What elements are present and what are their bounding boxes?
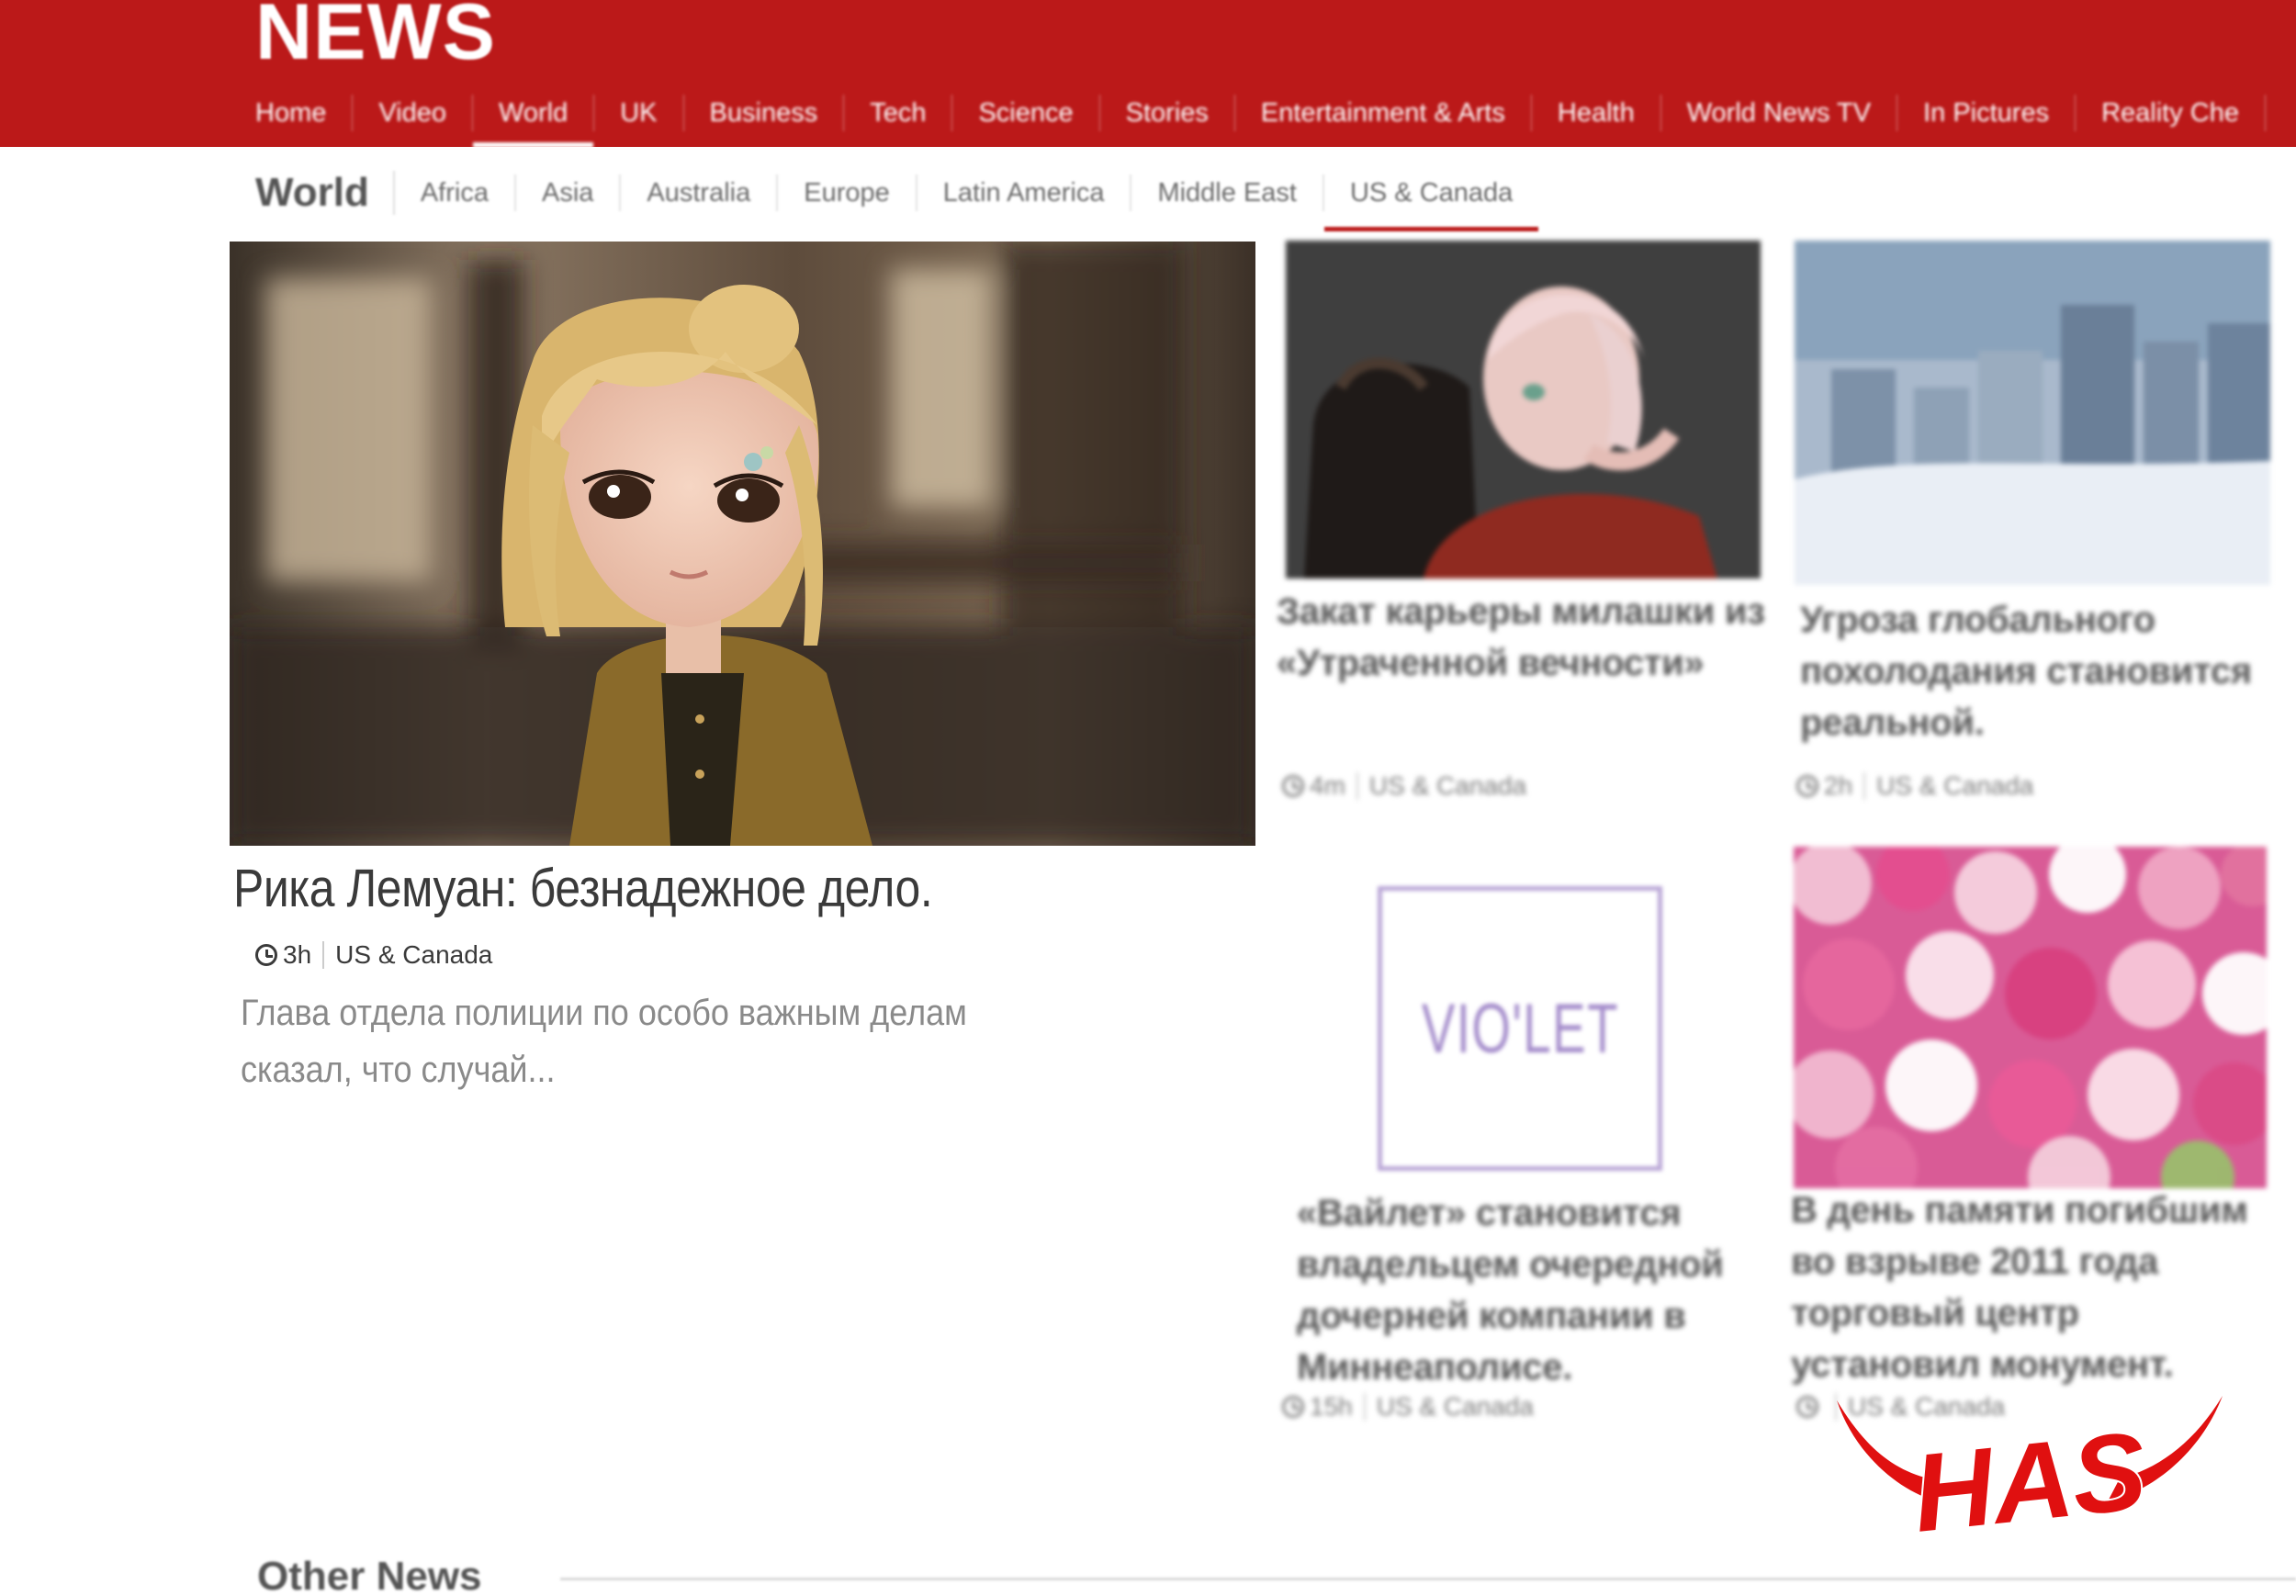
nav-item-tech[interactable]: Tech	[844, 95, 953, 131]
main-story-summary: Глава отдела полиции по особо важным дел…	[241, 993, 967, 1090]
nav-item-business[interactable]: Business	[684, 95, 845, 131]
has-watermark-logo: HAS	[1837, 1396, 2223, 1547]
story-2-image[interactable]	[1795, 241, 2270, 585]
clock-icon	[1282, 1396, 1304, 1418]
main-story-title[interactable]: Рика Лемуан: безнадежное дело.	[233, 858, 1110, 919]
site-header: NEWS Home Video World UK Business Tech S…	[0, 0, 2296, 148]
subnav-item-us-canada[interactable]: US & Canada	[1323, 174, 1539, 231]
main-nav: Home Video World UK Business Tech Scienc…	[230, 87, 2296, 148]
subnav-item-asia[interactable]: Asia	[516, 174, 622, 211]
meta-divider	[1863, 772, 1866, 800]
clock-icon	[1796, 775, 1818, 797]
story-2-meta: 2h US & Canada	[1796, 771, 2033, 801]
other-news-heading: Other News	[257, 1554, 482, 1596]
clock-icon	[1796, 1396, 1818, 1418]
story-3-time: 15h	[1310, 1392, 1353, 1421]
frozen-city-illustration	[1795, 241, 2270, 585]
main-story-section[interactable]: US & Canada	[335, 940, 492, 970]
news-page: NEWS Home Video World UK Business Tech S…	[0, 0, 2296, 1596]
clock-icon	[1282, 775, 1304, 797]
violet-logo-text: VIO'LET	[1421, 989, 1619, 1068]
subnav-item-middle-east[interactable]: Middle East	[1131, 174, 1324, 211]
meta-divider	[1356, 772, 1358, 800]
nav-item-reality-check[interactable]: Reality Che	[2076, 95, 2266, 131]
nav-item-entertainment[interactable]: Entertainment & Arts	[1235, 95, 1532, 131]
meta-divider	[322, 941, 325, 969]
story-1-meta: 4m US & Canada	[1282, 771, 1526, 801]
story-1-image[interactable]	[1286, 241, 1761, 579]
nav-item-health[interactable]: Health	[1532, 95, 1661, 131]
girl-on-chair-illustration	[1286, 241, 1761, 579]
subnav-item-latin-america[interactable]: Latin America	[917, 174, 1132, 211]
story-3-title[interactable]: «Вайлет» становится владельцем очередной…	[1297, 1187, 1765, 1393]
nav-item-world[interactable]: World	[473, 95, 595, 148]
story-3-meta: 15h US & Canada	[1282, 1392, 1534, 1422]
nav-item-video[interactable]: Video	[353, 95, 474, 131]
story-2-title[interactable]: Угроза глобального похолодания становитс…	[1800, 594, 2278, 748]
nav-item-world-news-tv[interactable]: World News TV	[1661, 95, 1898, 131]
nav-item-uk[interactable]: UK	[594, 95, 684, 131]
story-3-section[interactable]: US & Canada	[1377, 1392, 1534, 1422]
story-1-title[interactable]: Закат карьеры милашки из «Утраченной веч…	[1277, 586, 1791, 689]
nav-item-in-pictures[interactable]: In Pictures	[1897, 95, 2077, 131]
nav-item-stories[interactable]: Stories	[1100, 95, 1235, 131]
story-4-image[interactable]	[1794, 847, 2267, 1188]
subnav-item-africa[interactable]: Africa	[395, 174, 516, 211]
nav-item-science[interactable]: Science	[952, 95, 1100, 131]
subnav-item-australia[interactable]: Australia	[621, 174, 779, 211]
story-1-section[interactable]: US & Canada	[1369, 771, 1526, 801]
subnav-item-europe[interactable]: Europe	[778, 174, 917, 211]
svg-text:HAS: HAS	[1908, 1409, 2152, 1547]
main-story-meta: 3h US & Canada	[255, 940, 492, 970]
story-4-title[interactable]: В день памяти погибшим во взрыве 2011 го…	[1791, 1185, 2278, 1390]
flowers-memorial-photo	[1794, 847, 2267, 1188]
story-2-section[interactable]: US & Canada	[1876, 771, 2033, 801]
story-2-time: 2h	[1824, 771, 1853, 800]
world-subnav: World Africa Asia Australia Europe Latin…	[255, 165, 1539, 231]
main-story-image[interactable]	[230, 242, 1255, 846]
section-title[interactable]: World	[255, 171, 395, 215]
main-story-time: 3h	[283, 940, 312, 969]
other-news-divider	[560, 1578, 2296, 1580]
anime-girl-illustration	[230, 242, 1255, 846]
nav-item-home[interactable]: Home	[230, 95, 354, 131]
meta-divider	[1363, 1393, 1366, 1421]
clock-icon	[255, 944, 277, 966]
story-1-time: 4m	[1310, 771, 1345, 800]
story-3-image[interactable]: VIO'LET	[1378, 886, 1662, 1171]
site-logo[interactable]: NEWS	[255, 0, 496, 78]
